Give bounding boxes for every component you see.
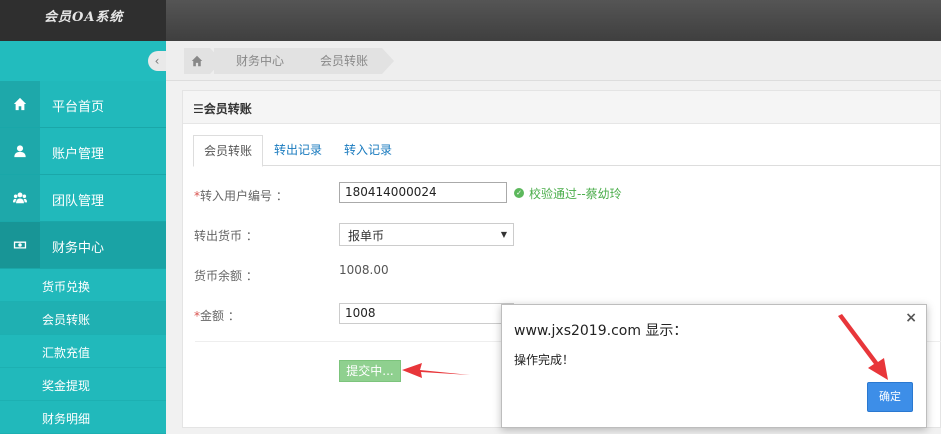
tab-bar: 会员转账 转出记录 转入记录 (193, 135, 941, 167)
sidebar-subitem-details[interactable]: 财务明细 (0, 401, 166, 434)
user-id-input[interactable]: 180414000024 (339, 182, 507, 203)
submit-button[interactable]: 提交中... (339, 360, 401, 382)
dropdown-caret-icon: ▼ (500, 230, 507, 239)
dialog-message: 操作完成！ (514, 353, 575, 367)
dialog-ok-button[interactable]: 确定 (867, 382, 913, 412)
sidebar-toggle-row: ‹ (0, 41, 166, 81)
sidebar-subitem-label: 汇款充值 (42, 346, 91, 360)
annotation-arrow-submit (402, 363, 470, 378)
dialog-title: www.jxs2019.com 显示： (514, 323, 688, 339)
sidebar-subitem-exchange[interactable]: 货币兑换 (0, 269, 166, 302)
breadcrumb-transfer[interactable]: 会员转账 (298, 48, 395, 74)
balance-label: 货币余额 ： (194, 269, 258, 283)
home-icon (0, 81, 40, 127)
sidebar-item-label: 财务中心 (52, 241, 105, 256)
app-logo: 会员OA系统 (44, 10, 124, 25)
home-icon (191, 55, 203, 67)
amount-input[interactable]: 1008 (339, 303, 514, 324)
money-icon (0, 222, 40, 268)
breadcrumb-home[interactable] (184, 48, 222, 74)
logo-area: 会员OA系统 (0, 0, 166, 41)
sidebar-subitem-recharge[interactable]: 汇款充值 (0, 335, 166, 368)
sidebar-item-home[interactable]: 平台首页 (0, 81, 166, 128)
tab-transfer[interactable]: 会员转账 (193, 135, 264, 167)
verify-status: 校验通过--蔡幼玲 (529, 187, 622, 201)
currency-selected-value: 报单币 (348, 229, 385, 243)
sidebar-subitem-withdraw[interactable]: 奖金提现 (0, 368, 166, 401)
sidebar-item-finance[interactable]: 财务中心 (0, 222, 166, 269)
check-icon: ✓ (514, 188, 524, 198)
sidebar-collapse-button[interactable]: ‹ (148, 51, 166, 71)
sidebar-subitem-label: 货币兑换 (42, 280, 91, 294)
breadcrumb: 财务中心 会员转账 (166, 41, 941, 81)
sidebar-item-label: 平台首页 (52, 100, 105, 115)
currency-label: 转出货币 ： (194, 229, 258, 243)
sidebar-subitem-label: 奖金提现 (42, 379, 91, 393)
top-bar: 会员OA系统 (0, 0, 941, 41)
balance-value: 1008.00 (339, 263, 389, 277)
sidebar-item-label: 团队管理 (52, 194, 105, 209)
team-icon (0, 175, 40, 221)
sidebar-subitem-label: 会员转账 (42, 313, 91, 327)
tab-incoming-records[interactable]: 转入记录 (334, 135, 402, 166)
panel-title: ☰会员转账 (183, 91, 940, 124)
tab-outgoing-records[interactable]: 转出记录 (264, 135, 332, 166)
sidebar-item-label: 账户管理 (52, 147, 105, 162)
user-icon (0, 128, 40, 174)
sidebar-subitem-label: 财务明细 (42, 412, 91, 426)
annotation-arrow-ok (838, 314, 888, 380)
sidebar: ‹ 平台首页 账户管理 团队管理 财务中心 货币兑换 会员转账 汇款充值 奖金提… (0, 41, 166, 434)
amount-label: *金额 ： (194, 309, 240, 323)
sidebar-item-account[interactable]: 账户管理 (0, 128, 166, 175)
user-id-label: *转入用户编号 ： (194, 189, 288, 203)
sidebar-item-team[interactable]: 团队管理 (0, 175, 166, 222)
currency-select[interactable]: 报单币 ▼ (339, 223, 514, 246)
breadcrumb-finance[interactable]: 财务中心 (214, 48, 311, 74)
close-icon[interactable]: × (905, 310, 917, 326)
sidebar-subitem-transfer[interactable]: 会员转账 (0, 302, 166, 335)
